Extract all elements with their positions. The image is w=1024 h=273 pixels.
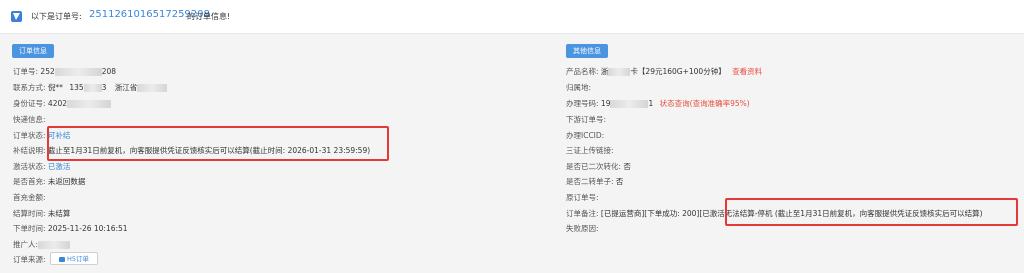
second-order-label: 是否二转单子: xyxy=(566,177,614,186)
redaction xyxy=(67,100,112,108)
h5-order-label: H5订单 xyxy=(66,255,90,263)
second-order-row: 是否二转单子: 否 xyxy=(566,176,623,187)
first-amount-label: 首充金额: xyxy=(13,193,46,202)
tab-order-info[interactable]: 订单信息 xyxy=(12,44,54,58)
highlight-box-right xyxy=(725,198,1018,226)
supplement-label: 补结说明: xyxy=(13,146,46,155)
order-time-label: 下单时间: xyxy=(13,224,46,233)
cert-upload-label: 三证上传链接: xyxy=(566,146,614,155)
product-label: 产品名称: xyxy=(566,67,599,76)
first-amount-row: 首充金额: xyxy=(13,192,46,203)
remark-part1: [已提运营商][下单成功: 200][已激活 xyxy=(600,209,725,218)
iccid-label: 办理ICCID: xyxy=(566,131,605,140)
header-bar: 以下是订单号: 2511261016517259208 的订单信息! xyxy=(0,0,1024,34)
first-recharge-row: 是否首充: 未返回数据 xyxy=(13,176,85,187)
handle-no-head: 19 xyxy=(600,99,611,108)
express-row: 快递信息: xyxy=(13,114,46,125)
settle-time-value: 未结算 xyxy=(47,209,71,218)
activation-label: 激活状态: xyxy=(13,162,46,171)
order-no-label: 订单号: xyxy=(13,67,39,76)
first-recharge-value: 未返回数据 xyxy=(47,177,86,186)
contact-region: 浙江省 xyxy=(114,83,138,92)
second-turn-row: 是否已二次转化: 否 xyxy=(566,161,631,172)
contact-name: 倪** xyxy=(47,83,63,92)
fail-reason-label: 失败原因: xyxy=(566,224,599,233)
header-suffix: 的订单信息! xyxy=(187,12,231,21)
contact-label: 联系方式: xyxy=(13,83,46,92)
redaction xyxy=(608,68,631,76)
attribution-row: 归属地: xyxy=(566,82,591,93)
source-row: 订单来源: xyxy=(13,254,46,265)
redaction xyxy=(54,68,102,76)
id-card-head: 4202 xyxy=(47,99,68,108)
downstream-no-label: 下游订单号: xyxy=(566,115,607,124)
order-status-label: 订单状态: xyxy=(13,131,46,140)
handle-no-tail: 1 xyxy=(648,99,654,108)
orig-order-label: 原订单号: xyxy=(566,193,599,202)
h5-icon xyxy=(58,256,65,262)
express-label: 快递信息: xyxy=(13,115,46,124)
order-time-value: 2025-11-26 10:16:51 xyxy=(47,224,128,233)
redaction xyxy=(610,100,649,108)
orig-order-row: 原订单号: xyxy=(566,192,599,203)
redaction xyxy=(83,84,102,92)
cert-upload-row: 三证上传链接: xyxy=(566,145,614,156)
handle-no-row: 办理号码: 19 1 状态查询(查询准确率95%) xyxy=(566,98,750,109)
promoter-row: 推广人: xyxy=(13,239,71,250)
product-row: 产品名称: 浙 卡【29元160G+100分钟】 查看资料 xyxy=(566,66,762,77)
settle-time-row: 结算时间: 未结算 xyxy=(13,208,70,219)
contact-phone-tail: 3 xyxy=(101,83,107,92)
activation-row: 激活状态: 已激活 xyxy=(13,161,70,172)
remark-label: 订单备注: xyxy=(566,209,599,218)
product-name: 卡【29元160G+100分钟】 xyxy=(630,67,726,76)
second-order-value: 否 xyxy=(615,177,624,186)
order-time-row: 下单时间: 2025-11-26 10:16:51 xyxy=(13,223,128,234)
second-turn-label: 是否已二次转化: xyxy=(566,162,622,171)
order-no-row: 订单号: 252 208 xyxy=(13,66,116,77)
activation-value: 已激活 xyxy=(47,162,71,171)
second-turn-value: 否 xyxy=(623,162,631,171)
source-label: 订单来源: xyxy=(13,255,46,264)
iccid-row: 办理ICCID: xyxy=(566,130,604,141)
pin-icon xyxy=(11,11,22,22)
contact-row: 联系方式: 倪** 135 3 浙江省 xyxy=(13,82,168,93)
tab-other-info[interactable]: 其他信息 xyxy=(566,44,608,58)
downstream-no-row: 下游订单号: xyxy=(566,114,606,125)
fail-reason-row: 失败原因: xyxy=(566,223,599,234)
order-no-head: 252 xyxy=(40,67,55,76)
redaction xyxy=(137,84,168,92)
settle-time-label: 结算时间: xyxy=(13,209,46,218)
order-no-tail: 208 xyxy=(101,67,117,76)
contact-phone-head: 135 xyxy=(69,83,84,92)
id-card-label: 身份证号: xyxy=(13,99,46,108)
handle-no-label: 办理号码: xyxy=(566,99,599,108)
promoter-label: 推广人: xyxy=(13,240,39,249)
status-query-link[interactable]: 状态查询(查询准确率95%) xyxy=(660,99,750,108)
h5-order-button[interactable]: H5订单 xyxy=(50,252,98,265)
attribution-label: 归属地: xyxy=(566,83,592,92)
redaction xyxy=(38,241,71,249)
id-card-row: 身份证号: 4202 xyxy=(13,98,112,109)
highlight-box-left xyxy=(47,126,389,161)
view-info-link[interactable]: 查看资料 xyxy=(732,67,762,76)
product-head: 浙 xyxy=(600,67,609,76)
first-recharge-label: 是否首充: xyxy=(13,177,46,186)
header-prefix: 以下是订单号: xyxy=(31,12,82,21)
